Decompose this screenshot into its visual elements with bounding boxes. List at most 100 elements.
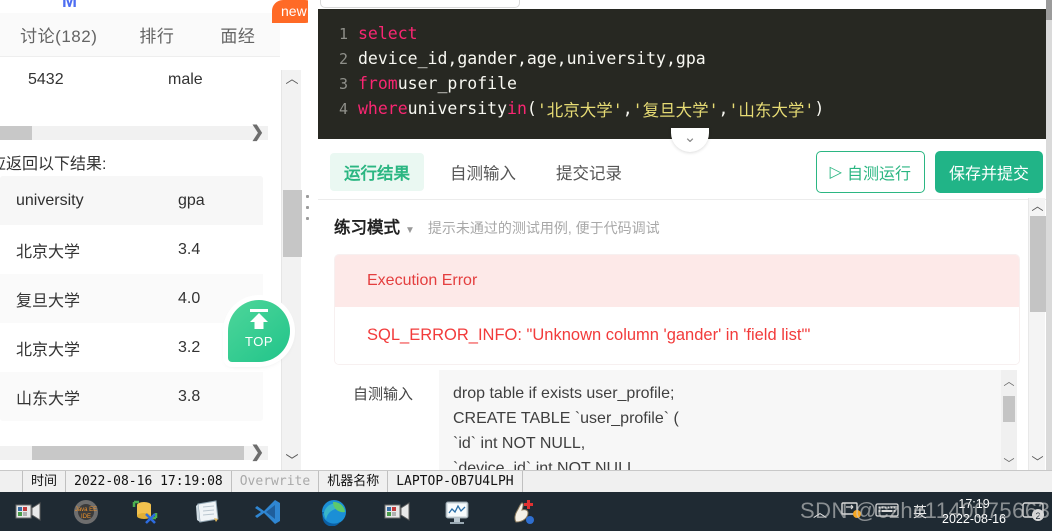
status-time-value: 2022-08-16 17:19:08 <box>66 470 232 493</box>
tab-partial[interactable]: ) <box>0 25 10 45</box>
scrollbar-thumb[interactable] <box>0 126 32 140</box>
status-time-label: 时间 <box>22 470 67 493</box>
self-test-line: drop table if exists user_profile; <box>453 385 675 402</box>
panel-splitter-handle[interactable] <box>303 195 311 231</box>
notepad-icon[interactable] <box>194 498 222 526</box>
scroll-up-arrow-icon[interactable]: ︿ <box>1029 198 1046 214</box>
error-title: Execution Error <box>335 255 1019 307</box>
tab-submission-record[interactable]: 提交记录 <box>542 153 636 191</box>
scrollbar-thumb[interactable] <box>1046 0 1052 20</box>
up-arrow-icon <box>250 309 268 329</box>
code-token: '北京大学' <box>536 100 623 120</box>
self-test-line: CREATE TABLE `user_profile` ( <box>453 410 679 427</box>
column-header-gpa: gpa <box>178 191 205 209</box>
code-token: ) <box>814 99 825 118</box>
monitor-icon[interactable] <box>444 498 472 526</box>
scrollbar-thumb[interactable] <box>1003 396 1015 422</box>
table-row: 北京大学 3.2 <box>0 323 263 372</box>
self-test-run-button[interactable]: ▷ 自测运行 <box>815 150 925 193</box>
example-table-top: 5432 male <box>0 58 268 102</box>
status-machine-label: 机器名称 <box>319 470 389 493</box>
scroll-up-arrow-icon[interactable]: ︿ <box>282 70 302 88</box>
cell-university: 复旦大学 <box>16 292 81 310</box>
browser-vertical-scrollbar[interactable] <box>1046 0 1052 470</box>
splitter-dot <box>305 206 309 209</box>
line-number: 3 <box>338 74 348 93</box>
tab-run-result[interactable]: 运行结果 <box>330 152 424 191</box>
csdn-watermark: SDN @czhc1140075663 <box>800 498 1051 523</box>
cell-university: 北京大学 <box>16 341 81 359</box>
self-test-input-label: 自测输入 <box>327 370 439 470</box>
self-test-line: `id` int NOT NULL, <box>453 435 586 452</box>
left-panel-vertical-scrollbar[interactable]: ︿ ﹀ <box>281 70 302 470</box>
result-toolbar: 运行结果 自测输入 提交记录 ▷ 自测运行 保存并提交 <box>318 144 1052 200</box>
scrollbar-thumb[interactable] <box>1030 216 1046 312</box>
left-problem-panel: M ) 讨论(182) 排行 面经 new 5432 male ❯ 应返回以下结… <box>0 0 308 470</box>
self-test-scrollbar[interactable]: ︿ ﹀ <box>1001 370 1017 470</box>
code-line: 1 select <box>318 21 1052 46</box>
tab-self-test-input[interactable]: 自测输入 <box>436 153 530 191</box>
back-to-top-button[interactable]: TOP <box>228 300 290 362</box>
code-token: , <box>622 99 633 118</box>
scrollbar-thumb[interactable] <box>283 190 302 257</box>
scroll-down-arrow-icon[interactable]: ﹀ <box>282 452 302 470</box>
new-badge: new <box>272 0 308 23</box>
practice-mode-hint: 提示未通过的测试用例, 便于代码调试 <box>427 220 660 236</box>
tab-discussion[interactable]: 讨论(182) <box>10 22 107 47</box>
scroll-down-arrow-icon[interactable]: ﹀ <box>1001 455 1017 470</box>
clipped-toolbar-button[interactable] <box>320 0 520 8</box>
execution-error-box: Execution Error SQL_ERROR_INFO: "Unknown… <box>334 254 1020 365</box>
security-icon[interactable] <box>508 498 536 526</box>
code-token: ( <box>526 99 537 118</box>
java-ee-ide-icon[interactable]: Java EE IDE <box>72 498 100 526</box>
edge-icon[interactable] <box>320 498 348 527</box>
chevron-down-icon[interactable]: ▼ <box>405 225 415 236</box>
self-test-input-block: 自测输入 drop table if exists user_profile; … <box>327 370 1017 470</box>
line-number: 4 <box>338 99 348 118</box>
table-header-row: university gpa <box>0 176 263 225</box>
problem-tab-bar: ) 讨论(182) 排行 面经 <box>0 13 280 57</box>
code-token: device_id,gander,age,university,gpa <box>358 49 706 68</box>
result-panel-vertical-scrollbar[interactable]: ︿ ﹀ <box>1028 198 1046 470</box>
status-overwrite: Overwrite <box>232 470 320 493</box>
tab-interview[interactable]: 面经 <box>210 22 265 47</box>
self-test-line: `device_id` int NOT NULL, <box>453 460 641 470</box>
horizontal-scrollbar-bottom[interactable]: ❯ <box>0 444 268 461</box>
expected-result-table: university gpa 北京大学 3.4 复旦大学 4.0 北京大学 3.… <box>0 176 263 421</box>
self-test-run-label: 自测运行 <box>846 165 911 183</box>
scroll-up-arrow-icon[interactable]: ︿ <box>1001 373 1017 389</box>
save-and-submit-button[interactable]: 保存并提交 <box>934 150 1043 193</box>
scroll-down-arrow-icon[interactable]: ﹀ <box>1029 454 1046 470</box>
scrollbar-thumb[interactable] <box>32 446 244 460</box>
screen: M ) 讨论(182) 排行 面经 new 5432 male ❯ 应返回以下结… <box>0 0 1052 531</box>
cell-university: 北京大学 <box>16 243 81 261</box>
code-token: , <box>718 99 729 118</box>
code-line: 4 where university in ( '北京大学' , '复旦大学' … <box>318 96 1052 121</box>
scroll-right-arrow-icon[interactable]: ❯ <box>251 442 264 462</box>
practice-mode-row[interactable]: 练习模式 ▼ 提示未通过的测试用例, 便于代码调试 <box>318 200 1032 238</box>
self-test-input-textarea[interactable]: drop table if exists user_profile; CREAT… <box>439 370 1017 470</box>
back-to-top-label: TOP <box>245 334 273 349</box>
screen-recorder-icon[interactable] <box>14 498 42 526</box>
code-token: select <box>358 24 418 43</box>
database-tool-icon[interactable] <box>131 498 159 526</box>
splitter-dot <box>305 195 309 198</box>
tab-ranking[interactable]: 排行 <box>129 22 184 47</box>
partial-logo-glyph: M <box>62 0 78 11</box>
screen-recorder-2-icon[interactable] <box>383 498 411 526</box>
code-token: '山东大学' <box>728 100 815 120</box>
scroll-right-arrow-icon[interactable]: ❯ <box>251 122 264 142</box>
status-machine-value: LAPTOP-OB7U4LPH <box>388 470 523 493</box>
cell-gender: male <box>168 71 203 88</box>
practice-mode-label: 练习模式 <box>334 219 400 237</box>
code-token: user_profile <box>397 74 517 93</box>
horizontal-scrollbar-top[interactable]: ❯ <box>0 124 268 141</box>
sql-code-editor[interactable]: 1 select 2 device_id,gander,age,universi… <box>318 9 1052 139</box>
svg-text:Java EE: Java EE <box>75 507 97 513</box>
vscode-icon[interactable] <box>253 498 281 526</box>
cell-device-id: 5432 <box>28 71 64 88</box>
code-line: 3 from user_profile <box>318 71 1052 96</box>
code-line: 2 device_id,gander,age,university,gpa <box>318 46 1052 71</box>
expected-result-note: 应返回以下结果: <box>0 156 107 173</box>
code-token: university <box>407 99 508 118</box>
